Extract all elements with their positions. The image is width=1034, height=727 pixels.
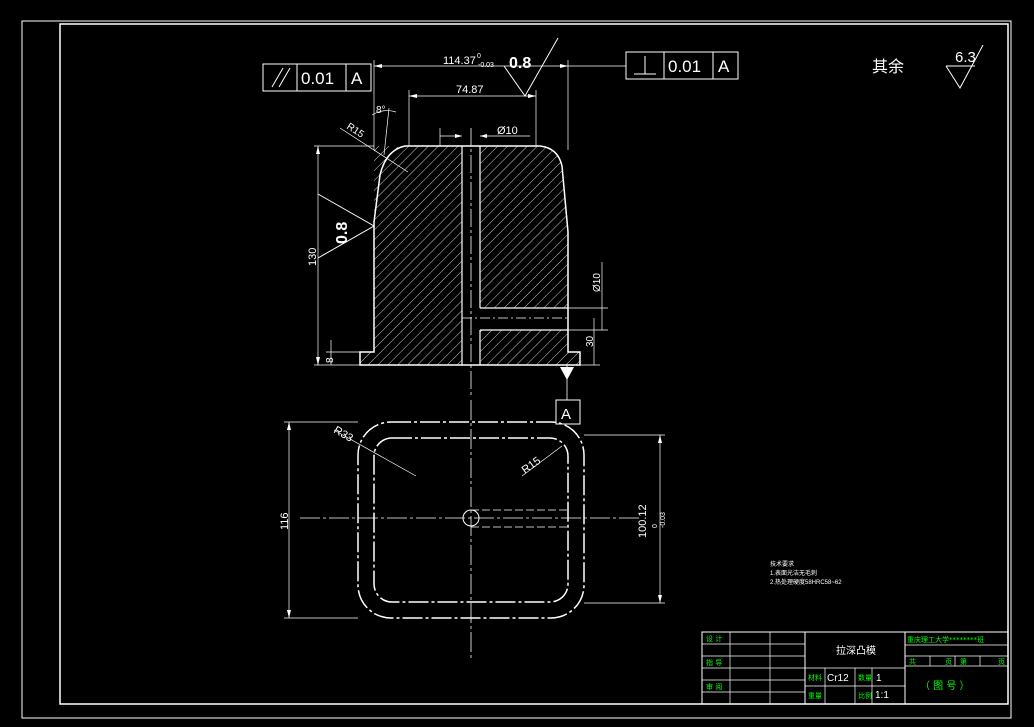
dim-hole-dia-side: Ø10 [592, 273, 603, 292]
notes-line2: 2.热处理硬度58HRC58~62 [770, 578, 842, 586]
dim-overall-width: 114.37 [443, 55, 476, 67]
notes-title: 技术要求 [770, 560, 794, 568]
cad-drawing: 114.37 0 -0.03 74.87 Ø10 8° R15 130 8 0.… [21, 20, 1012, 719]
tb-page-label2: 页 [998, 658, 1005, 666]
tb-part-name: 拉深凸模 [836, 644, 876, 657]
perpendicular-tolerance-frame: 0.01 A [568, 51, 739, 80]
tb-school: 重庆理工大学********班 [907, 635, 984, 644]
technical-notes: 技术要求 1.表面光洁无毛刺 2.热处理硬度58HRC58~62 [770, 560, 842, 586]
roughness-top-value: 0.8 [509, 55, 531, 72]
general-roughness: 其余 6.3 [872, 44, 984, 89]
roughness-side-value: 0.8 [334, 222, 351, 244]
perpendicular-value: 0.01 [668, 57, 701, 76]
side-hole-cut [480, 308, 568, 330]
title-block: 设 计 指 导 审 阅 拉深凸模 材料 Cr12 数量 1 重量 比例 1:1 … [701, 631, 1009, 705]
tb-check: 指 导 [706, 658, 722, 667]
roughness-other-value: 6.3 [955, 49, 976, 66]
tb-scale-label: 比例 [858, 691, 872, 700]
section-right-half [480, 146, 580, 365]
parallel-datum: A [351, 69, 363, 88]
tb-design: 设 计 [706, 634, 722, 643]
tb-material: Cr12 [827, 673, 849, 684]
dim-plan-depth: 100.12 [637, 504, 649, 538]
parallel-icon [271, 67, 284, 88]
tb-total-label: 共 [909, 657, 916, 666]
tb-page-label: 第 [960, 657, 967, 666]
parallel-tolerance-frame: 0.01 A [262, 63, 372, 92]
tb-pages-label: 页 [945, 658, 952, 666]
tb-drawing-no: （ 图 号 ） [920, 680, 970, 692]
dim-plan-width: 116 [279, 512, 291, 530]
dim-plan-radius-inner: R15 [520, 455, 543, 477]
plan-view: 116 100.12 0 -0.03 R33 R15 [279, 400, 667, 660]
datum-label: A [561, 406, 571, 423]
tb-quantity-label: 数量 [858, 673, 872, 682]
dim-base-step: 8 [325, 357, 336, 363]
notes-line1: 1.表面光洁无毛刺 [770, 569, 817, 577]
dim-height: 130 [307, 248, 319, 266]
parallel-value: 0.01 [301, 69, 334, 88]
dim-inner-width: 74.87 [456, 84, 484, 96]
dim-plan-radius-outer: R33 [332, 424, 355, 444]
tb-review: 审 阅 [706, 682, 722, 691]
dim-angle: 8° [376, 105, 386, 116]
tb-material-label: 材料 [808, 673, 822, 682]
dim-hole-dia-top: Ø10 [497, 125, 518, 137]
dim-tol-lower: -0.03 [478, 62, 494, 69]
tb-scale: 1:1 [875, 690, 889, 701]
section-view: 114.37 0 -0.03 74.87 Ø10 8° R15 130 8 0.… [307, 37, 608, 425]
perpendicular-datum: A [718, 57, 730, 76]
dim-plan-depth-tol: 0 [652, 524, 659, 528]
roughness-other-label: 其余 [872, 57, 904, 76]
section-left-half [360, 146, 462, 365]
tb-weight-label: 重量 [808, 692, 822, 700]
dim-plan-depth-tol2: -0.03 [660, 512, 667, 528]
dim-tol-upper: 0 [477, 53, 481, 60]
tb-quantity: 1 [876, 673, 882, 684]
dim-hole-depth: 30 [585, 335, 596, 347]
